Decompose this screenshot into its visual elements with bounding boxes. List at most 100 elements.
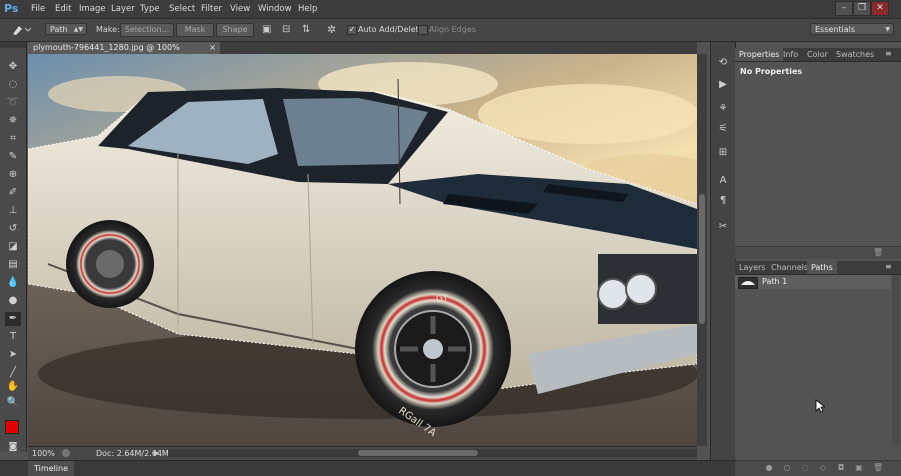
panel-menu-icon[interactable]: ≡ xyxy=(885,49,892,58)
properties-panel-tabs: Properties Info Color Swatches ≡ xyxy=(735,48,901,62)
lasso-tool-icon[interactable]: ➰ xyxy=(5,96,21,110)
eraser-tool-icon[interactable]: ◪ xyxy=(5,240,21,254)
tab-properties[interactable]: Properties xyxy=(735,48,784,61)
minimize-button[interactable]: – xyxy=(835,1,853,16)
path-alignment-icon[interactable]: ⊟ xyxy=(282,23,296,37)
menu-view[interactable]: View xyxy=(230,2,250,16)
make-shape-button[interactable]: Shape xyxy=(216,23,254,37)
mode-value: Path xyxy=(50,25,68,34)
path-thumbnail xyxy=(738,277,758,289)
menu-filter[interactable]: Filter xyxy=(201,2,222,16)
menu-image[interactable]: Image xyxy=(79,2,106,16)
tab-color[interactable]: Color xyxy=(803,48,832,61)
align-edges-checkbox[interactable] xyxy=(418,25,428,35)
eyedropper-tool-icon[interactable]: ✎ xyxy=(5,150,21,164)
history-panel-icon[interactable]: ⟲ xyxy=(715,56,731,70)
document-tab[interactable]: plymouth-796441_1280.jpg @ 100% (RGB/8#)… xyxy=(28,42,220,64)
paths-panel-footer: ● ○ ◌ ◇ ◘ ▣ 🗑 xyxy=(735,460,901,476)
brush-presets-icon[interactable]: ⚟ xyxy=(715,122,731,136)
make-work-path-icon[interactable]: ◇ xyxy=(819,464,827,472)
path-arrangement-icon[interactable]: ⇅ xyxy=(302,23,316,37)
marquee-tool-icon[interactable]: ◌ xyxy=(5,78,21,92)
horizontal-scrollbar[interactable] xyxy=(168,449,697,457)
menu-help[interactable]: Help xyxy=(298,2,317,16)
make-selection-button[interactable]: Selection... xyxy=(120,23,174,37)
car-thumbnail-icon xyxy=(741,281,755,285)
load-path-as-selection-icon[interactable]: ◌ xyxy=(801,464,809,472)
brush-panel-icon[interactable]: ⚘ xyxy=(715,102,731,116)
tab-info[interactable]: Info xyxy=(779,48,802,61)
crop-tool-icon[interactable]: ⌗ xyxy=(5,132,21,146)
options-bar: Path ▲▼ Make: Selection... Mask Shape ▣ … xyxy=(0,19,901,42)
tool-preset-picker[interactable] xyxy=(10,23,32,36)
vertical-scroll-thumb[interactable] xyxy=(699,194,705,324)
hand-tool-icon[interactable]: ✋ xyxy=(5,380,21,394)
menu-edit[interactable]: Edit xyxy=(55,2,71,16)
menu-select[interactable]: Select xyxy=(169,2,195,16)
tire-lettering-top: GT xyxy=(436,294,449,304)
zoom-level[interactable]: 100% xyxy=(32,448,55,459)
magic-wand-tool-icon[interactable]: ✵ xyxy=(5,114,21,128)
tool-presets-icon[interactable]: ✂ xyxy=(715,220,731,234)
status-menu-arrow-icon[interactable]: ▶ xyxy=(154,448,159,459)
quick-mask-icon[interactable]: ◙ xyxy=(5,440,21,454)
close-button[interactable]: ✕ xyxy=(871,1,889,16)
new-path-icon[interactable]: ▣ xyxy=(855,464,863,472)
tab-layers[interactable]: Layers xyxy=(735,261,769,274)
mode-select[interactable]: Path ▲▼ xyxy=(45,23,87,35)
healing-brush-tool-icon[interactable]: ⊕ xyxy=(5,168,21,182)
workspace-select[interactable]: Essentials ▼ xyxy=(810,23,894,35)
dodge-tool-icon[interactable]: ● xyxy=(5,294,21,308)
line-tool-icon[interactable]: ╱ xyxy=(5,366,21,380)
clone-source-icon[interactable]: ⊞ xyxy=(715,146,731,160)
trash-icon[interactable]: 🗑 xyxy=(873,464,883,472)
foreground-color-swatch[interactable] xyxy=(5,420,19,434)
fill-path-icon[interactable]: ● xyxy=(765,464,773,472)
tab-swatches[interactable]: Swatches xyxy=(832,48,878,61)
menu-layer[interactable]: Layer xyxy=(111,2,135,16)
make-mask-button[interactable]: Mask xyxy=(176,23,214,37)
character-panel-icon[interactable]: A xyxy=(715,174,731,188)
pen-tool-icon[interactable]: ✒ xyxy=(5,312,21,326)
restore-button[interactable]: ❐ xyxy=(853,1,871,16)
auto-add-delete-checkbox[interactable]: ✓ xyxy=(347,25,357,35)
timeline-label[interactable]: Timeline xyxy=(28,461,75,476)
clone-stamp-tool-icon[interactable]: ⊥ xyxy=(5,204,21,218)
stroke-path-icon[interactable]: ○ xyxy=(783,464,791,472)
path-operations-icon[interactable]: ▣ xyxy=(262,23,276,37)
brush-tool-icon[interactable]: ✐ xyxy=(5,186,21,200)
tab-paths[interactable]: Paths xyxy=(807,261,837,274)
blur-tool-icon[interactable]: 💧 xyxy=(5,276,21,290)
history-brush-tool-icon[interactable]: ↺ xyxy=(5,222,21,236)
panel-menu-icon[interactable]: ≡ xyxy=(885,262,892,271)
layers-panel: Layers Channels Paths ≡ Path 1 xyxy=(735,261,901,459)
document-canvas[interactable]: RGaIl 7A GT xyxy=(28,54,697,446)
menu-file[interactable]: File xyxy=(31,2,45,16)
toolbar-grip[interactable] xyxy=(0,42,26,48)
horizontal-scroll-thumb[interactable] xyxy=(358,450,478,456)
tab-channels[interactable]: Channels xyxy=(767,261,812,274)
menu-window[interactable]: Window xyxy=(258,2,292,16)
zoom-tool-icon[interactable]: 🔍 xyxy=(5,396,21,410)
menu-bar: Ps File Edit Image Layer Type Select Fil… xyxy=(0,0,901,19)
path-selection-tool-icon[interactable]: ➤ xyxy=(5,348,21,362)
properties-panel-footer: 🗑 xyxy=(735,246,901,259)
add-mask-icon[interactable]: ◘ xyxy=(837,464,845,472)
photoshop-logo: Ps xyxy=(4,2,19,15)
panel-scrollbar[interactable] xyxy=(892,275,900,445)
foreground-color-fill xyxy=(6,421,18,433)
gradient-tool-icon[interactable]: ▤ xyxy=(5,258,21,272)
trash-icon[interactable]: 🗑 xyxy=(873,249,883,257)
type-tool-icon[interactable]: T xyxy=(5,330,21,344)
menu-type[interactable]: Type xyxy=(140,2,160,16)
close-icon[interactable]: × xyxy=(209,42,216,54)
paragraph-panel-icon[interactable]: ¶ xyxy=(715,194,731,208)
gear-icon[interactable]: ✲ xyxy=(327,23,341,37)
vertical-scrollbar[interactable] xyxy=(697,54,707,446)
properties-content: No Properties xyxy=(740,67,803,76)
car-photo: RGaIl 7A GT xyxy=(28,54,697,446)
path-row[interactable]: Path 1 xyxy=(735,275,891,289)
move-tool-icon[interactable]: ✥ xyxy=(5,60,21,74)
actions-panel-icon[interactable]: ▶ xyxy=(715,78,731,92)
status-icon[interactable] xyxy=(62,449,70,457)
